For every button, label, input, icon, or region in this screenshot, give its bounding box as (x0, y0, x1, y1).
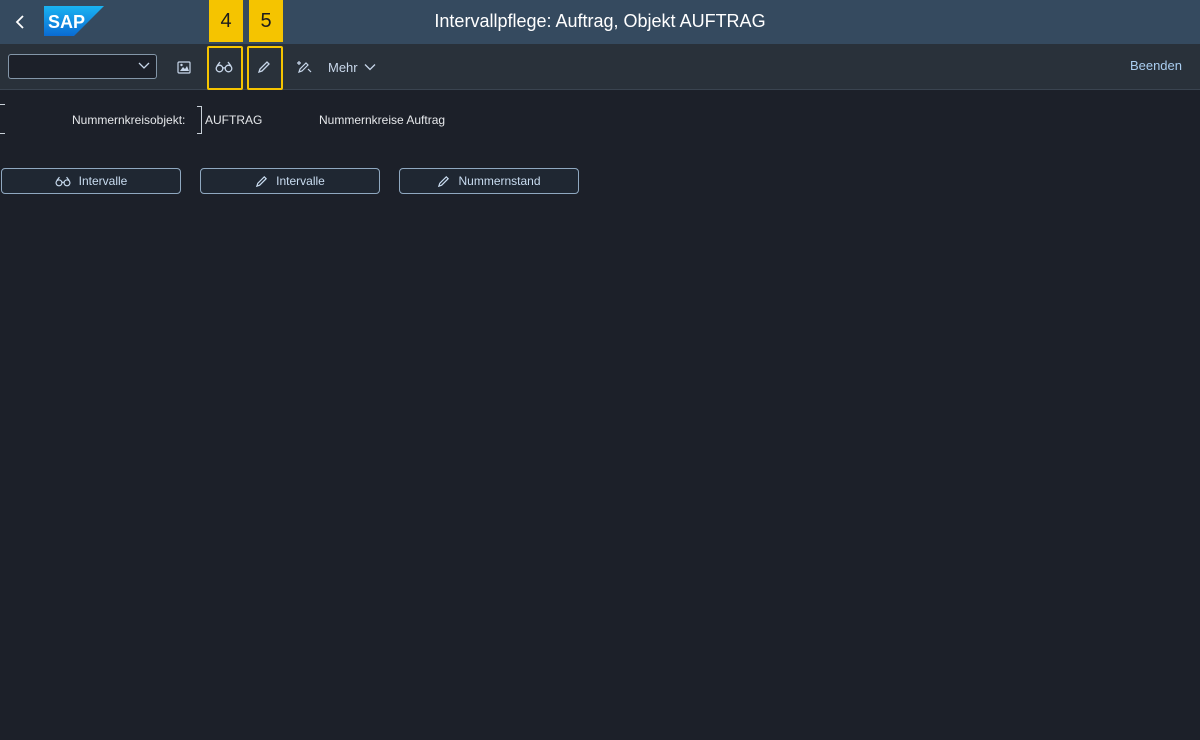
field-label: Nummernkreisobjekt: (72, 113, 186, 127)
button-label: Nummernstand (458, 174, 541, 188)
button-label: Intervalle (78, 174, 128, 188)
number-status-button[interactable] (289, 52, 319, 82)
chevron-down-icon (364, 64, 376, 71)
page-title: Intervallpflege: Auftrag, Objekt AUFTRAG (434, 11, 766, 31)
bracket-right (197, 106, 202, 134)
exit-button[interactable]: Beenden (1130, 58, 1182, 73)
highlight-tag-5: 5 (249, 0, 283, 42)
more-label: Mehr (328, 59, 358, 75)
object-value[interactable]: AUFTRAG (205, 113, 262, 127)
edit-tools-icon (297, 61, 312, 73)
command-field[interactable] (8, 54, 157, 79)
pencil-icon (257, 61, 270, 74)
shell-bar: SAP Intervallpflege: Auftrag, Objekt AUF… (0, 0, 1200, 44)
chevron-left-icon (15, 15, 24, 29)
image-button[interactable] (169, 52, 199, 82)
glasses-icon (55, 176, 71, 186)
pencil-icon (438, 175, 450, 187)
more-menu-button[interactable]: Mehr (328, 56, 376, 78)
chevron-down-icon (138, 62, 150, 69)
change-intervals-action-button[interactable]: Intervalle (200, 168, 380, 194)
change-intervals-button[interactable] (249, 52, 279, 82)
glasses-icon (215, 61, 233, 73)
display-intervals-button[interactable] (209, 52, 239, 82)
image-icon (177, 60, 191, 74)
application-toolbar: Mehr Beenden (0, 44, 1200, 90)
highlight-tag-4: 4 (209, 0, 243, 42)
button-label: Intervalle (276, 174, 325, 188)
number-range-object-field: Nummernkreisobjekt: AUFTRAG Nummernkreis… (0, 104, 1200, 136)
display-intervals-action-button[interactable]: Intervalle (1, 168, 181, 194)
svg-text:SAP: SAP (48, 12, 85, 32)
pencil-icon (256, 175, 268, 187)
bracket-left (0, 104, 5, 134)
object-description: Nummernkreise Auftrag (319, 113, 446, 127)
number-status-action-button[interactable]: Nummernstand (399, 168, 579, 194)
sap-logo[interactable]: SAP (44, 6, 104, 41)
back-button[interactable] (8, 8, 32, 36)
